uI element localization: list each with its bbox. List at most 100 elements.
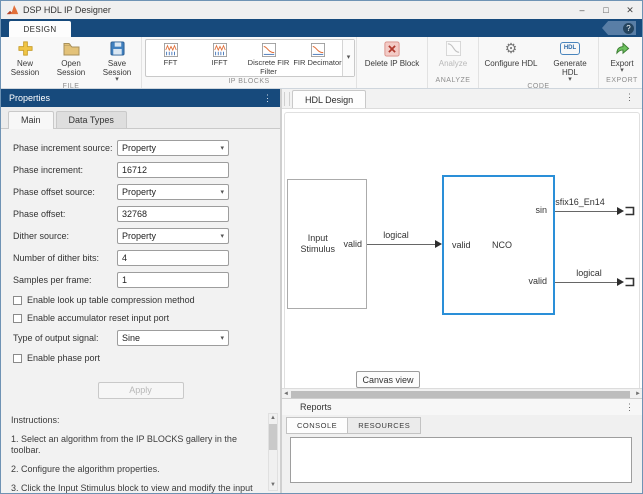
tab-data-types[interactable]: Data Types [56,111,127,128]
analyze-button: Analyze [429,37,477,77]
export-button[interactable]: Export ▾ [600,37,643,77]
wire-sin-output[interactable] [555,211,617,212]
dither-bits-input[interactable] [117,250,229,266]
export-caret-icon[interactable]: ▾ [620,68,624,74]
input-stimulus-block[interactable]: Input Stimulus valid [287,179,367,309]
lut-compression-checkbox[interactable] [13,296,22,305]
accumulator-reset-checkbox[interactable] [13,314,22,323]
ip-blocks-gallery: FFT IFFT Discrete FIR Filter [145,39,355,77]
configure-hdl-label: Configure HDL [485,59,538,68]
apply-row: Apply [1,367,280,413]
scroll-right-icon[interactable]: ► [634,391,642,397]
phase-offset-source-label: Phase offset source: [13,187,117,197]
input-stimulus-valid-port: valid [343,239,362,249]
configure-hdl-button[interactable]: ⚙ Configure HDL [480,37,542,83]
delete-ip-block-button[interactable]: Delete IP Block [358,37,426,77]
instructions-heading: Instructions: [11,415,262,426]
canvas-view-button[interactable]: Canvas view [356,371,420,388]
console-output[interactable] [290,437,632,483]
gallery-item-fir-decimator-label: FIR Decimator [293,59,341,68]
analyze-plot-icon [446,40,461,57]
phase-increment-label: Phase increment: [13,165,117,175]
samples-per-frame-input[interactable] [117,272,229,288]
reports-menu-icon[interactable]: ⋮ [625,402,634,413]
nco-label: NCO [492,240,512,250]
help-icon: ? [623,23,634,34]
toolbar-group-delete: Delete IP Block [357,37,428,88]
delete-icon [384,40,400,57]
output-terminal-icon [617,204,636,218]
chevron-down-icon: ▾ [220,334,224,342]
instruction-step-1: 1. Select an algorithm from the IP BLOCK… [11,434,262,456]
scrollbar-thumb[interactable] [269,424,277,450]
instructions-scrollbar[interactable]: ▲ ▼ [268,413,278,491]
phase-offset-source-select[interactable]: Property ▾ [117,184,229,200]
tab-hdl-design[interactable]: HDL Design [292,90,366,108]
output-signal-select[interactable]: Sine ▾ [117,330,229,346]
gallery-item-ifft-label: IFFT [212,59,228,68]
scroll-up-icon[interactable]: ▲ [270,414,276,423]
new-session-button[interactable]: New Session [2,37,48,83]
properties-menu-icon[interactable]: ⋮ [263,93,272,104]
gallery-caret-icon: ▾ [347,55,351,61]
new-session-plus-icon [17,40,34,57]
properties-header: Properties ⋮ [1,89,280,107]
field-phase-increment-source: Phase increment source: Property ▾ [13,137,280,159]
logical-out-label: logical [557,268,621,278]
close-button[interactable]: ✕ [618,1,642,19]
tab-main[interactable]: Main [8,111,54,129]
generate-hdl-label: Generate HDL [546,59,594,77]
phase-port-checkbox[interactable] [13,354,22,363]
ribbon-tab-bar: DESIGN ? [1,19,642,37]
instruction-step-3: 3. Click the Input Stimulus block to vie… [11,483,262,493]
minimize-button[interactable]: – [570,1,594,19]
field-output-signal: Type of output signal: Sine ▾ [13,327,280,349]
properties-form: Phase increment source: Property ▾ Phase… [1,129,280,367]
save-session-button[interactable]: Save Session ▾ [94,37,140,83]
design-area: HDL Design ⋮ Input Stimulus valid logica… [282,89,642,493]
help-button[interactable]: ? [602,21,636,35]
fft-icon [164,43,178,58]
reports-tabbar: CONSOLE RESOURCES [282,415,642,434]
wire-logical-label: logical [366,230,426,240]
gallery-dropdown-button[interactable]: ▾ [342,40,354,76]
field-dither-source: Dither source: Property ▾ [13,225,280,247]
reports-header: Reports ⋮ [282,398,642,415]
nco-block[interactable]: valid NCO sin valid [442,175,555,315]
canvas-horizontal-scrollbar[interactable]: ◄ ► [282,388,642,398]
phase-offset-input[interactable] [117,206,229,222]
phase-increment-source-label: Phase increment source: [13,143,117,153]
generate-hdl-button[interactable]: HDL Generate HDL ▾ [542,37,598,83]
dither-source-select[interactable]: Property ▾ [117,228,229,244]
panel-grip-handle[interactable] [284,92,290,106]
toolbar-group-analyze: Analyze ANALYZE [428,37,479,88]
hscrollbar-thumb[interactable] [291,391,630,398]
gallery-item-fir-decimator[interactable]: FIR Decimator [293,40,342,76]
phase-increment-input[interactable] [117,162,229,178]
gallery-item-fft[interactable]: FFT [146,40,195,76]
apply-button[interactable]: Apply [98,382,184,399]
hdl-badge-text: HDL [560,42,580,55]
fir-decimator-icon [311,43,325,58]
tab-resources[interactable]: RESOURCES [348,417,421,434]
properties-title: Properties [9,93,50,103]
tab-console[interactable]: CONSOLE [286,417,348,434]
gallery-item-ifft[interactable]: IFFT [195,40,244,76]
lut-compression-label: Enable look up table compression method [27,295,195,305]
scroll-left-icon[interactable]: ◄ [282,391,290,397]
tab-design[interactable]: DESIGN [9,21,71,37]
document-menu-icon[interactable]: ⋮ [625,92,634,103]
field-phase-offset: Phase offset: [13,203,280,225]
output-signal-label: Type of output signal: [13,333,117,343]
open-session-button[interactable]: Open Session [48,37,94,83]
wire-input-to-nco[interactable] [367,244,435,245]
gear-icon: ⚙ [505,40,518,57]
phase-increment-source-select[interactable]: Property ▾ [117,140,229,156]
wire-valid-output[interactable] [555,282,617,283]
analyze-group-label: ANALYZE [429,77,477,88]
design-canvas[interactable]: Input Stimulus valid logical valid NCO s… [282,109,642,388]
gallery-item-discrete-fir[interactable]: Discrete FIR Filter [244,40,293,76]
scroll-down-icon[interactable]: ▼ [270,481,276,490]
maximize-button[interactable]: □ [594,1,618,19]
checkbox-row-lut: Enable look up table compression method [13,291,280,309]
